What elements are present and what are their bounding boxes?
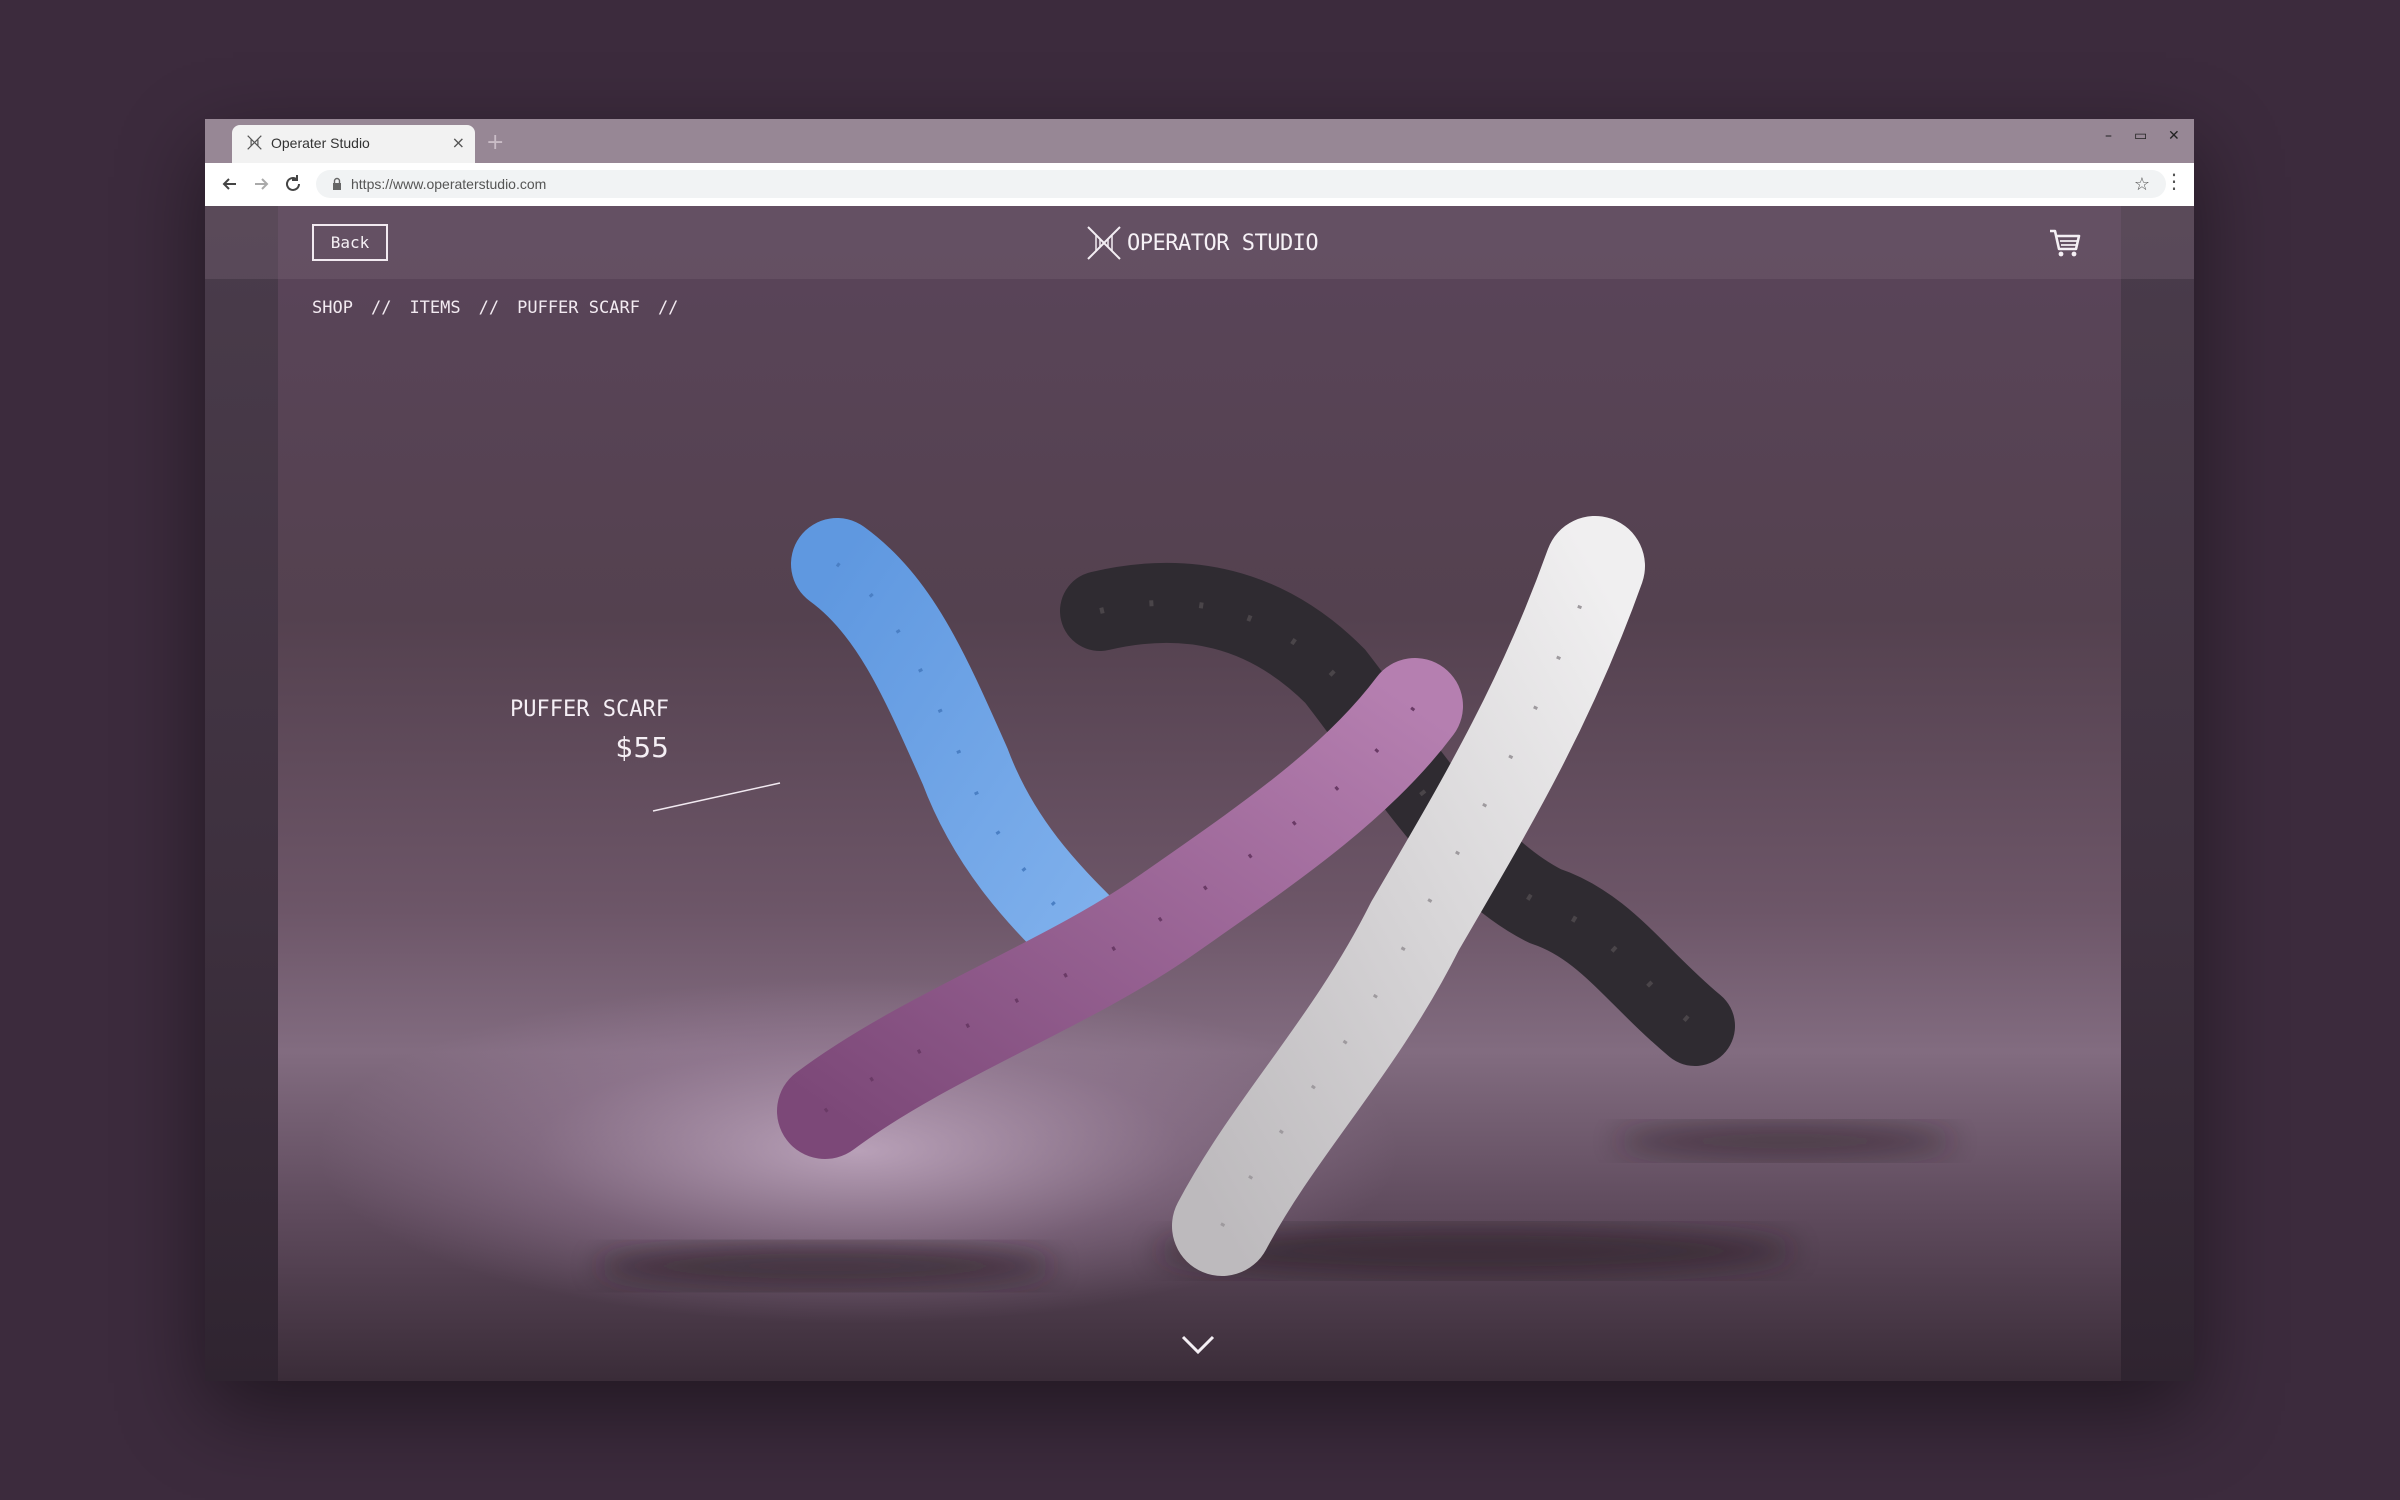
operator-logo-icon	[1087, 226, 1121, 260]
brand-name: OPERATOR STUDIO	[1127, 231, 1319, 256]
breadcrumb-separator: //	[370, 298, 392, 318]
breadcrumb-shop[interactable]: SHOP	[312, 298, 353, 318]
product-price: $55	[615, 731, 669, 764]
site-header: Back OPERATOR STUDIO	[205, 206, 2194, 279]
tab-close-icon[interactable]: ×	[452, 133, 465, 153]
scarf-shadow	[1615, 1123, 1955, 1159]
cart-icon[interactable]	[2048, 227, 2082, 259]
chevron-down-icon[interactable]	[1180, 1334, 1216, 1356]
browser-tab[interactable]: Operater Studio ×	[232, 125, 475, 163]
lock-icon	[333, 177, 341, 190]
breadcrumb: SHOP // ITEMS // PUFFER SCARF //	[312, 298, 696, 318]
blue-scarf	[791, 518, 1131, 982]
bookmark-star-icon[interactable]: ☆	[2134, 174, 2150, 195]
back-button[interactable]: Back	[312, 224, 388, 261]
breadcrumb-separator: //	[657, 298, 679, 318]
maximize-icon[interactable]: ▭	[2134, 128, 2147, 144]
url-field[interactable]: https://www.operaterstudio.com ☆	[316, 170, 2166, 198]
breadcrumb-puffer-scarf[interactable]: PUFFER SCARF	[517, 298, 640, 318]
new-tab-icon[interactable]: +	[486, 132, 504, 154]
web-page: Back OPERATOR STUDIO SHOP // ITEMS // PUFFER…	[205, 206, 2194, 1381]
breadcrumb-items[interactable]: ITEMS	[409, 298, 460, 318]
url-text: https://www.operaterstudio.com	[351, 176, 547, 192]
back-arrow-icon[interactable]	[219, 173, 241, 195]
browser-menu-icon[interactable]: ⋮	[2164, 171, 2184, 191]
address-bar: https://www.operaterstudio.com ☆ ⋮	[205, 163, 2194, 207]
scarf-shadow	[595, 1244, 1055, 1288]
product-name: PUFFER SCARF	[510, 697, 669, 722]
breadcrumb-separator: //	[478, 298, 500, 318]
operator-logo-icon	[247, 135, 262, 150]
tab-title: Operater Studio	[271, 135, 370, 151]
browser-window: Operater Studio × + – ▭ ✕ https://www.op…	[205, 119, 2194, 1381]
minimize-icon[interactable]: –	[2105, 128, 2112, 144]
forward-arrow-icon[interactable]	[250, 173, 272, 195]
tab-strip: Operater Studio × + – ▭ ✕	[205, 119, 2194, 163]
reload-icon[interactable]	[282, 173, 304, 195]
callout-line	[652, 782, 781, 812]
product-image	[595, 516, 1955, 1288]
close-window-icon[interactable]: ✕	[2168, 128, 2180, 144]
